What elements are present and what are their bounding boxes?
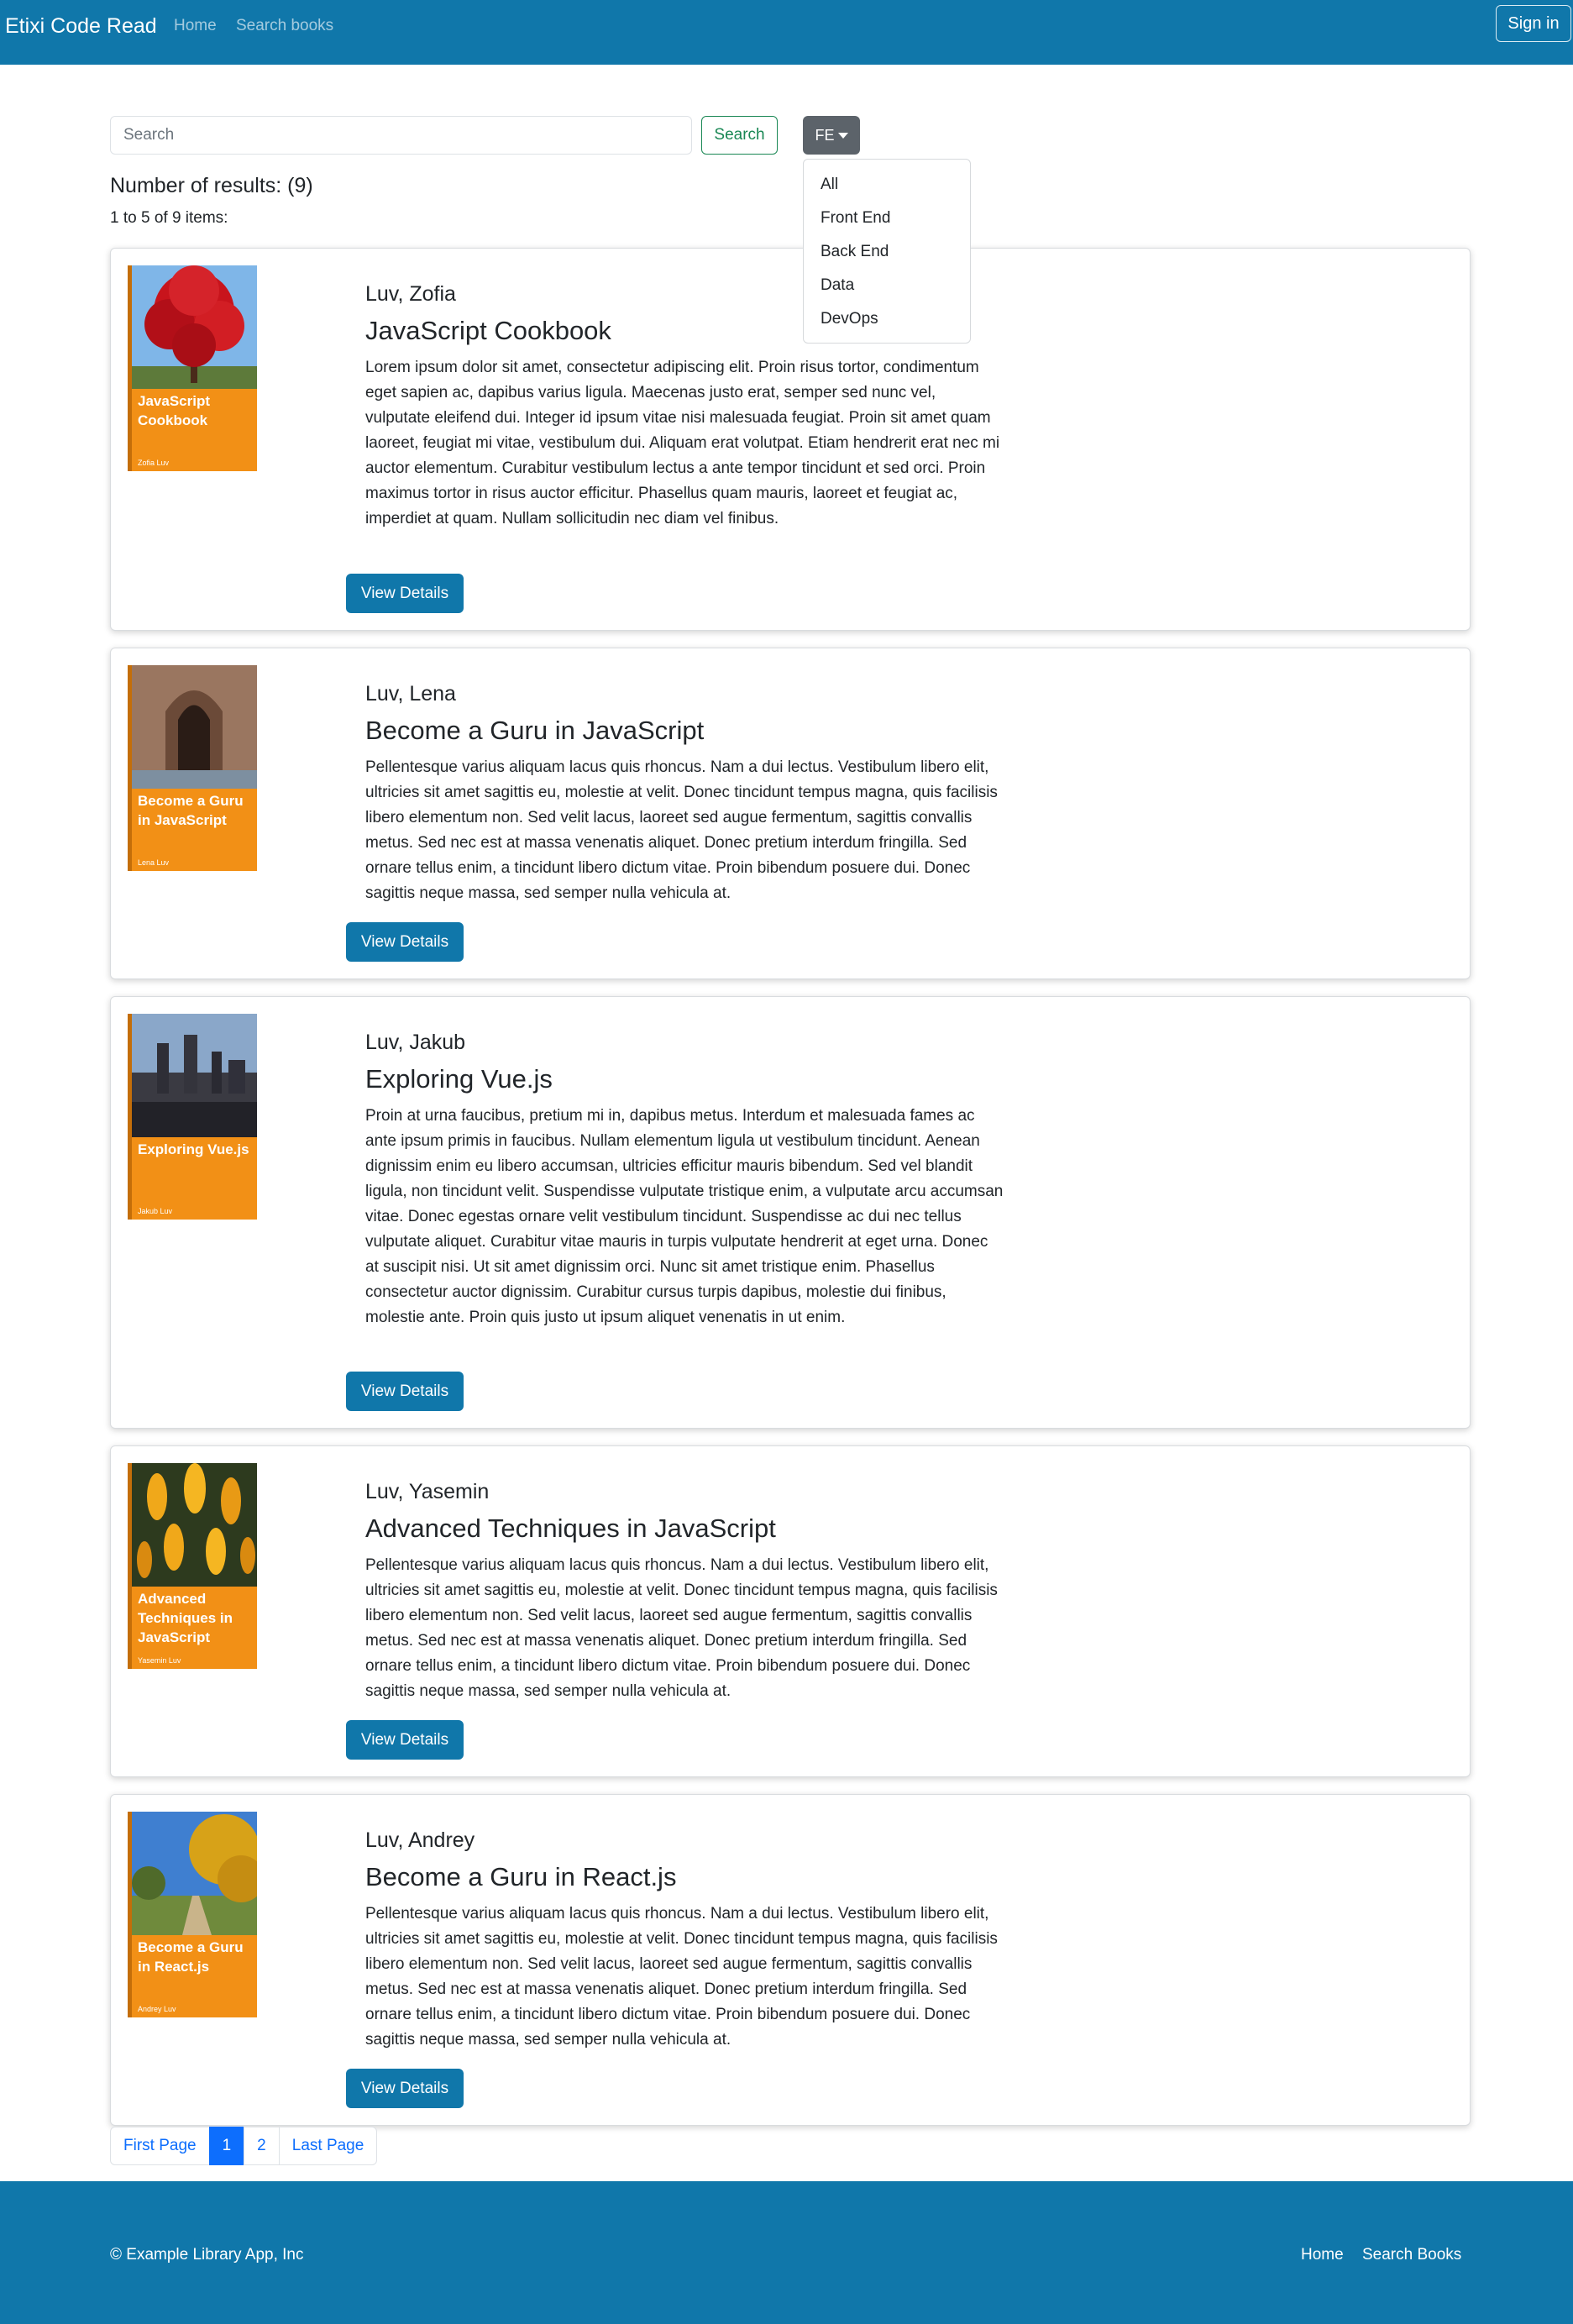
cover-title: Become a Guru in React.js: [138, 1939, 244, 1975]
footer-home-link[interactable]: Home: [1301, 2245, 1344, 2265]
category-option-back-end[interactable]: Back End: [804, 235, 970, 269]
book-card: Become a Guru in React.js Andrey Luv Luv…: [110, 1794, 1471, 2126]
view-details-button[interactable]: View Details: [346, 922, 464, 962]
book-description: Pellentesque varius aliquam lacus quis r…: [365, 1905, 998, 2049]
book-card: Become a Guru in JavaScript Lena Luv Luv…: [110, 648, 1471, 979]
page-link-2[interactable]: 2: [244, 2127, 280, 2165]
cover-title: JavaScript Cookbook: [138, 393, 210, 428]
book-description: Pellentesque varius aliquam lacus quis r…: [365, 758, 998, 902]
book-author: Luv, Yasemin: [365, 1480, 490, 1503]
cover-title: Advanced Techniques in JavaScript: [138, 1591, 233, 1645]
category-dropdown-menu: All Front End Back End Data DevOps: [803, 159, 971, 344]
archway-photo: [132, 665, 257, 789]
book-author: Luv, Lena: [365, 682, 456, 706]
sign-in-button[interactable]: Sign in: [1496, 5, 1571, 42]
cover-author: Andrey Luv: [138, 2005, 176, 2013]
first-page-link[interactable]: First Page: [110, 2127, 210, 2165]
book-cover-image: Become a Guru in React.js Andrey Luv: [128, 1812, 257, 2017]
category-option-devops[interactable]: DevOps: [804, 302, 970, 336]
category-option-all[interactable]: All: [804, 168, 970, 202]
book-title: Advanced Techniques in JavaScript: [365, 1513, 776, 1543]
nav-search-books-link[interactable]: Search books: [236, 16, 333, 36]
items-range: 1 to 5 of 9 items:: [110, 209, 228, 227]
book-title: JavaScript Cookbook: [365, 316, 611, 345]
cover-title: Exploring Vue.js: [138, 1141, 249, 1157]
book-cover-image: Exploring Vue.js Jakub Luv: [128, 1014, 257, 1220]
book-cover-image: Become a Guru in JavaScript Lena Luv: [128, 665, 257, 871]
results-count: Number of results: (9): [110, 174, 313, 197]
book-author: Luv, Zofia: [365, 282, 456, 306]
book-title: Exploring Vue.js: [365, 1064, 553, 1094]
book-description: Proin at urna faucibus, pretium mi in, d…: [365, 1107, 1004, 1326]
last-page-link[interactable]: Last Page: [278, 2127, 378, 2165]
book-title: Become a Guru in JavaScript: [365, 716, 705, 745]
page-link-1[interactable]: 1: [208, 2127, 245, 2165]
caret-down-icon: [837, 132, 848, 139]
pagination: First Page 1 2 Last Page: [110, 2127, 378, 2165]
book-author: Luv, Jakub: [365, 1031, 466, 1054]
category-option-front-end[interactable]: Front End: [804, 202, 970, 235]
book-cover-image: Advanced Techniques in JavaScript Yasemi…: [128, 1463, 257, 1669]
yellow-flowers-photo: [132, 1463, 257, 1587]
search-button[interactable]: Search: [701, 116, 778, 155]
book-author: Luv, Andrey: [365, 1828, 475, 1852]
brand-logo[interactable]: Etixi Code Read: [5, 13, 157, 39]
category-option-data[interactable]: Data: [804, 269, 970, 302]
book-card: JavaScript Cookbook Zofia Luv Luv, Zofia…: [110, 248, 1471, 631]
cover-author: Yasemin Luv: [138, 1656, 181, 1665]
city-skyline-photo: [132, 1014, 257, 1137]
cover-author: Lena Luv: [138, 858, 170, 867]
search-input[interactable]: [110, 116, 692, 155]
book-title: Become a Guru in React.js: [365, 1862, 677, 1891]
book-card: Exploring Vue.js Jakub Luv Luv, Jakub Ex…: [110, 996, 1471, 1429]
cover-author: Jakub Luv: [138, 1207, 173, 1215]
category-dropdown-toggle[interactable]: FE: [803, 116, 860, 155]
footer: © Example Library App, Inc Home Search B…: [0, 2181, 1573, 2324]
book-description: Pellentesque varius aliquam lacus quis r…: [365, 1556, 998, 1700]
footer-copyright: © Example Library App, Inc: [110, 2246, 304, 2264]
navbar: Etixi Code Read Home Search books Sign i…: [0, 0, 1573, 65]
view-details-button[interactable]: View Details: [346, 2069, 464, 2108]
view-details-button[interactable]: View Details: [346, 1372, 464, 1411]
cover-author: Zofia Luv: [138, 459, 170, 467]
red-tree-photo: [132, 265, 257, 389]
book-cover-image: JavaScript Cookbook Zofia Luv: [128, 265, 257, 471]
category-selected-label: FE: [815, 126, 835, 144]
footer-search-books-link[interactable]: Search Books: [1362, 2245, 1461, 2265]
nav-home-link[interactable]: Home: [174, 16, 217, 36]
view-details-button[interactable]: View Details: [346, 1720, 464, 1760]
autumn-road-photo: [132, 1812, 257, 1935]
view-details-button[interactable]: View Details: [346, 574, 464, 613]
book-card: Advanced Techniques in JavaScript Yasemi…: [110, 1445, 1471, 1777]
cover-title: Become a Guru in JavaScript: [138, 793, 244, 828]
book-description: Lorem ipsum dolor sit amet, consectetur …: [365, 359, 1000, 527]
